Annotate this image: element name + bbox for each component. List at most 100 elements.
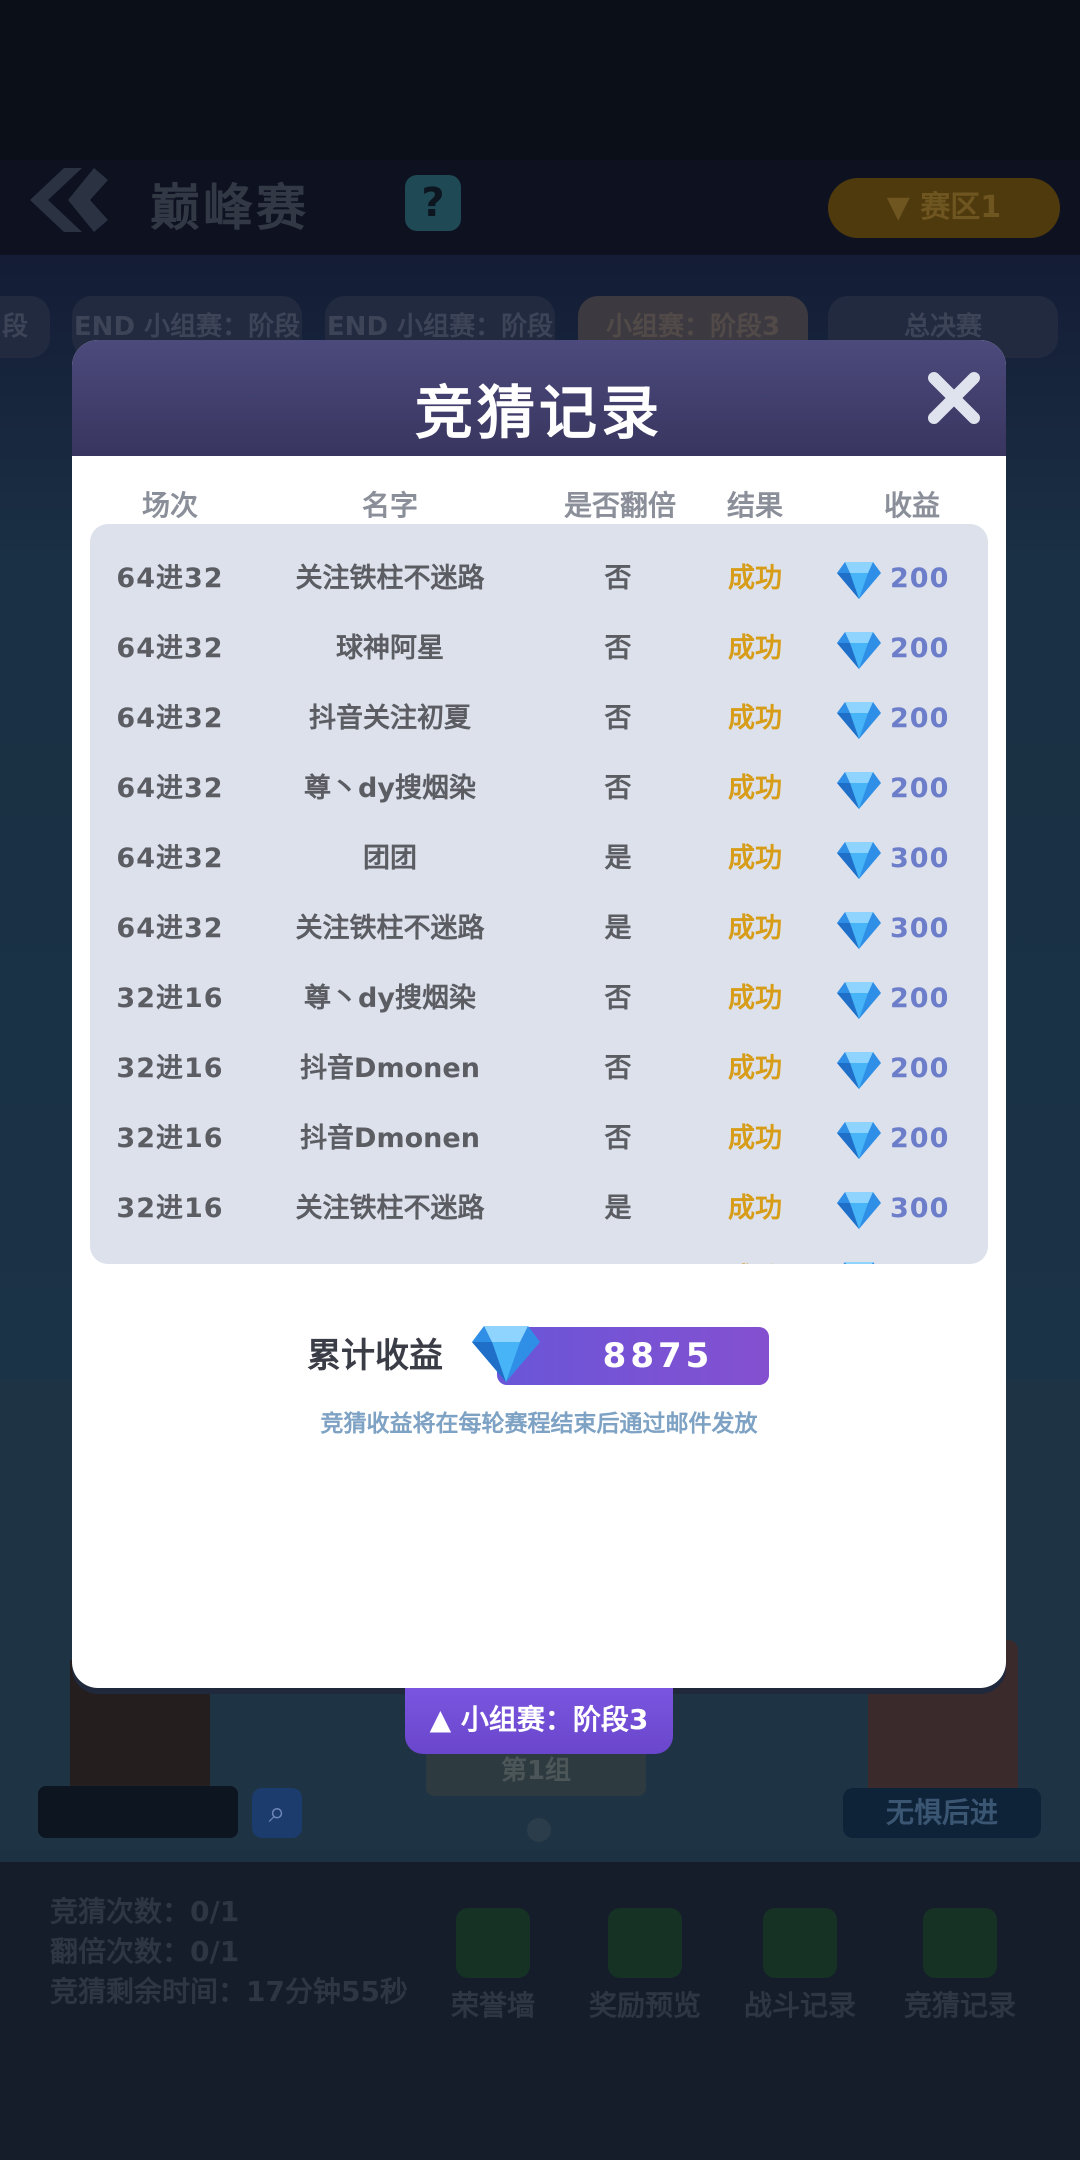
round-cell: 64进32 [116, 843, 224, 874]
tab-stage-prev[interactable]: 段 [0, 296, 50, 358]
earnings-cell: 300 [890, 843, 950, 874]
player-name-cell: 抖音关注初夏 [309, 703, 471, 734]
table-row: 64进32 关注铁柱不迷路 是 成功 300 [90, 894, 988, 964]
diamond-icon [836, 628, 882, 670]
total-earnings-label: 累计收益 [307, 1336, 443, 1376]
double-cell: 否 [604, 703, 632, 734]
table-row: 64进32 抖音关注初夏 否 成功 200 [90, 684, 988, 754]
earnings-cell: 200 [890, 563, 950, 594]
result-cell: 成功 [728, 913, 782, 944]
diamond-icon [836, 768, 882, 810]
nav-battle-record[interactable]: 战斗记录 [725, 1908, 875, 2022]
table-row: 64进32 关注铁柱不迷路 否 成功 200 [90, 544, 988, 614]
result-cell: 成功 [728, 1123, 782, 1154]
diamond-icon [836, 908, 882, 950]
round-cell: 32进16 [116, 1123, 224, 1154]
earnings-cell: 300 [890, 913, 950, 944]
result-cell: 成功 [728, 633, 782, 664]
column-header-result: 结果 [726, 489, 783, 522]
double-cell: 否 [604, 563, 632, 594]
modal-header: 竞猜记录 [72, 340, 1006, 456]
double-cell: 是 [604, 843, 632, 874]
help-icon[interactable]: ? [405, 175, 461, 231]
player-name-cell: 关注铁柱不迷路 [295, 913, 485, 944]
player-name-cell: 抖音Dmonen [300, 1123, 480, 1154]
column-header-round: 场次 [141, 489, 198, 522]
player-name-cell: 关注铁柱不迷路 [295, 1193, 485, 1224]
diamond-icon [836, 1258, 882, 1264]
total-earnings-value: 8875 [602, 1336, 714, 1376]
modal-title: 竞猜记录 [414, 379, 663, 447]
earnings-cell: 200 [890, 983, 950, 1014]
round-cell: 32进16 [116, 983, 224, 1014]
player-name-cell: 关注铁柱不迷路 [295, 563, 485, 594]
result-cell: 成功 [728, 703, 782, 734]
result-cell: 成功 [728, 983, 782, 1014]
player-name-chip [38, 1786, 238, 1838]
round-cell: 64进32 [116, 773, 224, 804]
double-count: 翻倍次数：0/1 [50, 1935, 240, 1968]
player-name-cell: 抖音Dmonen [300, 1053, 480, 1084]
double-cell: 否 [604, 1123, 632, 1154]
list-icon [923, 1908, 997, 1978]
round-cell: 32进16 [90, 1244, 250, 1264]
diamond-icon [472, 1326, 540, 1382]
table-row: 32进16 尊丶dy搜烟染 否 成功 200 [90, 964, 988, 1034]
guess-count: 竞猜次数：0/1 [50, 1895, 240, 1928]
round-cell: 64进32 [116, 563, 224, 594]
earnings-cell: 200 [890, 633, 950, 664]
diamond-icon [836, 1048, 882, 1090]
round-cell: 64进32 [116, 703, 224, 734]
earnings-cell: 200 [890, 773, 950, 804]
diamond-icon [836, 558, 882, 600]
record-list[interactable]: 64进32 关注铁柱不迷路否成功 200 64进32 球神阿星否成功 200 64进32 抖音… [90, 524, 988, 1264]
result-cell: 成功 [728, 843, 782, 874]
diamond-icon [836, 838, 882, 880]
result-cell: 成功 [728, 563, 782, 594]
result-cell: 成功 [728, 1053, 782, 1084]
payout-notice: 竞猜收益将在每轮赛程结束后通过邮件发放 [320, 1411, 758, 1437]
double-cell: 是 [604, 913, 632, 944]
column-header-earnings: 收益 [883, 489, 940, 522]
player-name-cell: 团团 [270, 1244, 510, 1264]
double-cell: 否 [604, 773, 632, 804]
player-name-cell: 球神阿星 [336, 633, 444, 664]
table-row: 64进32 团团 是 成功 300 [90, 824, 988, 894]
zone-select-button[interactable]: ▼ 赛区1 [828, 178, 1060, 238]
diamond-icon [836, 1188, 882, 1230]
round-cell: 32进16 [116, 1053, 224, 1084]
column-header-double: 是否翻倍 [563, 489, 676, 522]
earnings-cell: 200 [890, 703, 950, 734]
earnings-cell: 200 [890, 1123, 950, 1154]
double-cell: 否 [604, 633, 632, 664]
diamond-icon [836, 1118, 882, 1160]
nav-guess-record[interactable]: 竞猜记录 [885, 1908, 1035, 2022]
remaining-time: 竞猜剩余时间：17分钟55秒 [50, 1975, 408, 2008]
swords-icon [763, 1908, 837, 1978]
round-cell: 32进16 [116, 1193, 224, 1224]
guess-record-modal: 竞猜记录 场次 名字 是否翻倍 结果 收益 64进32 关注铁柱不迷路否成功 200… [72, 340, 1006, 1688]
table-row: 64进32 球神阿星 否 成功 200 [90, 614, 988, 684]
double-cell: 否 [604, 1053, 632, 1084]
player-name-cell: 团团 [363, 843, 417, 874]
double-cell: 否 [604, 983, 632, 1014]
back-icon[interactable] [24, 160, 114, 240]
round-cell: 64进32 [116, 913, 224, 944]
stage-selector[interactable]: ▲ 小组赛：阶段3 [405, 1688, 673, 1754]
nav-reward-preview[interactable]: 奖励预览 [570, 1908, 720, 2022]
nav-honor-wall[interactable]: 荣誉墙 [418, 1908, 568, 2022]
table-row: 32进16 抖音Dmonen 否 成功 200 [90, 1104, 988, 1174]
table-row: 64进32 尊丶dy搜烟染 否 成功 200 [90, 754, 988, 824]
search-icon[interactable]: ⌕ [252, 1788, 302, 1838]
earnings-cell: 300 [890, 1244, 960, 1264]
player-name-cell: 尊丶dy搜烟染 [304, 983, 476, 1014]
diamond-icon [836, 698, 882, 740]
table-row: 32进16 抖音Dmonen 否 成功 200 [90, 1034, 988, 1104]
retreat-label: 无惧后进 [843, 1788, 1041, 1838]
round-cell: 64进32 [116, 633, 224, 664]
close-icon[interactable] [924, 368, 984, 428]
result-cell: 成功 [715, 1244, 795, 1264]
status-area [0, 0, 1080, 175]
result-cell: 成功 [728, 1193, 782, 1224]
table-row: 32进16 团团 是 成功 300 [90, 1244, 988, 1264]
